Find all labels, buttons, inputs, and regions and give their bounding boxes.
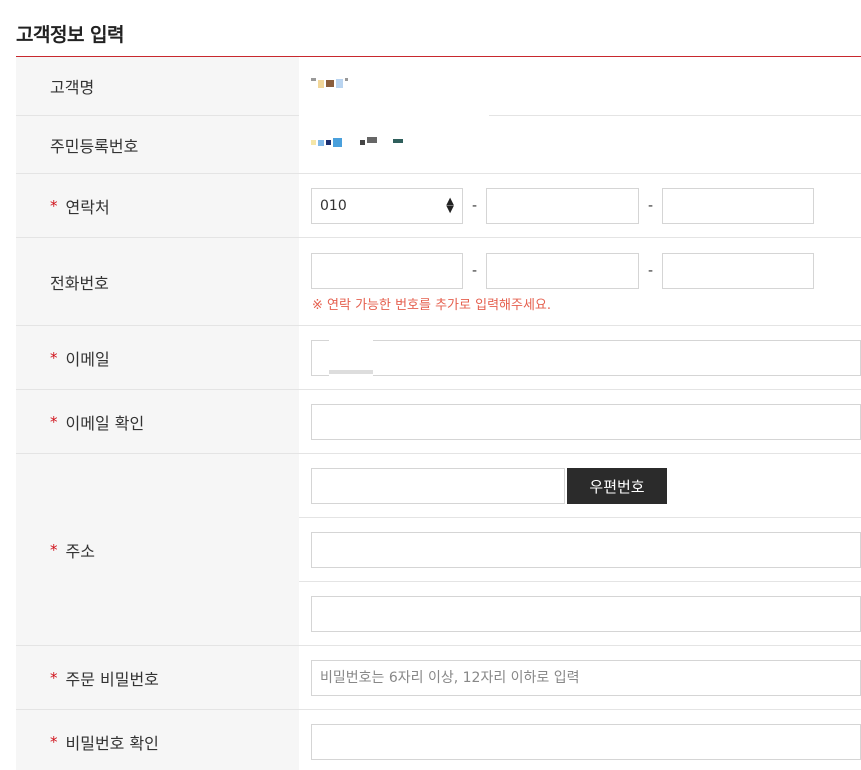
row-address: * 주소 우편번호 xyxy=(16,454,861,646)
row-email-confirm: * 이메일 확인 xyxy=(16,390,861,454)
address-divider-1 xyxy=(299,517,861,518)
value-order-password xyxy=(299,646,861,710)
label-ssn: 주민등록번호 xyxy=(16,116,299,174)
value-ssn xyxy=(299,116,861,174)
label-order-password-text: 주문 비밀번호 xyxy=(65,669,159,689)
phone-dash-1: - xyxy=(472,263,478,279)
select-arrows-icon: ▲ ▼ xyxy=(446,196,454,215)
password-confirm-input[interactable] xyxy=(311,724,861,760)
label-email-confirm-text: 이메일 확인 xyxy=(65,413,145,433)
phone-part3-input[interactable] xyxy=(662,253,814,289)
row-email: * 이메일 xyxy=(16,326,861,390)
label-name: 고객명 xyxy=(16,57,299,116)
masked-name-value xyxy=(311,78,348,88)
row-ssn: 주민등록번호 xyxy=(16,116,861,174)
email-mask xyxy=(329,326,373,388)
row-phone: 전화번호 - - ※ 연락 가능한 번호를 추가로 입력해주세요. xyxy=(16,238,861,326)
label-email: * 이메일 xyxy=(16,326,299,390)
address-divider-2 xyxy=(299,581,861,582)
zipcode-button[interactable]: 우편번호 xyxy=(567,468,667,504)
value-address: 우편번호 xyxy=(299,454,861,646)
label-password-confirm: * 비밀번호 확인 xyxy=(16,710,299,770)
masked-ssn-value xyxy=(311,136,403,147)
label-ssn-text: 주민등록번호 xyxy=(50,136,139,156)
value-contact: 010 ▲ ▼ - - xyxy=(299,174,861,238)
contact-part2-input[interactable] xyxy=(486,188,639,224)
phone-dash-2: - xyxy=(648,263,654,279)
label-email-confirm: * 이메일 확인 xyxy=(16,390,299,454)
label-contact: * 연락처 xyxy=(16,174,299,238)
contact-prefix-select[interactable]: 010 ▲ ▼ xyxy=(311,188,463,224)
label-name-text: 고객명 xyxy=(50,78,95,97)
contact-prefix-value: 010 xyxy=(320,198,347,214)
required-mark: * xyxy=(50,196,58,215)
label-address: * 주소 xyxy=(16,454,299,646)
label-phone: 전화번호 xyxy=(16,238,299,326)
label-phone-text: 전화번호 xyxy=(50,273,109,293)
row-contact: * 연락처 010 ▲ ▼ - - xyxy=(16,174,861,238)
label-address-text: 주소 xyxy=(65,541,95,561)
contact-dash-2: - xyxy=(648,198,654,214)
contact-dash-1: - xyxy=(472,198,478,214)
label-email-text: 이메일 xyxy=(65,349,110,369)
value-password-confirm xyxy=(299,710,861,770)
address2-input[interactable] xyxy=(311,596,861,632)
value-email xyxy=(299,326,861,390)
row-password-confirm: * 비밀번호 확인 xyxy=(16,710,861,770)
customer-form: 고객명 주민등록번호 * 연락처 010 ▲ ▼ - - 전화번호 - - ※ … xyxy=(16,57,861,770)
zipcode-input[interactable] xyxy=(311,468,565,504)
required-mark: * xyxy=(50,412,58,431)
row-order-password: * 주문 비밀번호 xyxy=(16,646,861,710)
section-title: 고객정보 입력 xyxy=(16,24,125,46)
value-name xyxy=(299,57,861,116)
required-mark: * xyxy=(50,733,58,751)
row-name: 고객명 xyxy=(16,57,861,116)
required-mark: * xyxy=(50,668,58,687)
contact-part3-input[interactable] xyxy=(662,188,814,224)
value-email-confirm xyxy=(299,390,861,454)
required-mark: * xyxy=(50,348,58,367)
address1-input[interactable] xyxy=(311,532,861,568)
email-mask-bar xyxy=(329,370,373,374)
phone-notice: ※ 연락 가능한 번호를 추가로 입력해주세요. xyxy=(312,298,552,313)
phone-part2-input[interactable] xyxy=(486,253,639,289)
phone-part1-input[interactable] xyxy=(311,253,463,289)
required-mark: * xyxy=(50,540,58,559)
label-contact-text: 연락처 xyxy=(65,197,110,217)
label-password-confirm-text: 비밀번호 확인 xyxy=(65,734,159,753)
order-password-input[interactable] xyxy=(311,660,861,696)
email-confirm-input[interactable] xyxy=(311,404,861,440)
label-order-password: * 주문 비밀번호 xyxy=(16,646,299,710)
value-phone: - - ※ 연락 가능한 번호를 추가로 입력해주세요. xyxy=(299,238,861,326)
email-input[interactable] xyxy=(311,340,861,376)
